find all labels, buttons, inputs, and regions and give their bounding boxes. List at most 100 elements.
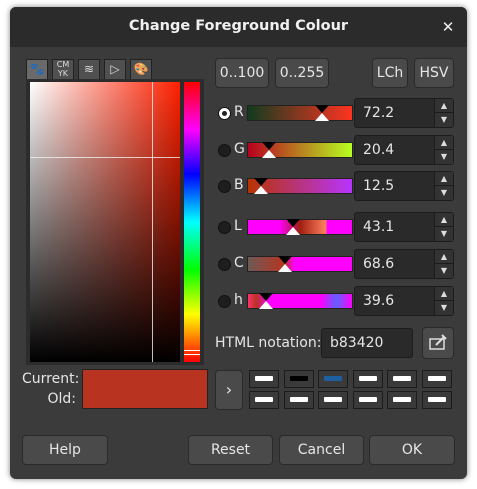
- increment-icon[interactable]: ▲: [434, 250, 453, 264]
- channel-r-spin[interactable]: 72.2 ▲ ▼: [354, 98, 454, 128]
- change-foreground-colour-dialog: Change Foreground Colour ✕ 🐾 CM YK ≋ ▷ 🎨 …: [10, 7, 467, 479]
- channel-h-spin[interactable]: 39.6 ▲ ▼: [354, 286, 454, 316]
- increment-icon[interactable]: ▲: [434, 99, 453, 113]
- history-swatch[interactable]: [352, 391, 383, 409]
- current-color-swatch: [83, 370, 207, 389]
- history-swatch[interactable]: [421, 370, 452, 388]
- help-button[interactable]: Help: [22, 435, 108, 465]
- channel-g-radio[interactable]: [218, 144, 231, 157]
- channel-b-label: B: [234, 177, 244, 193]
- history-swatch[interactable]: [352, 370, 383, 388]
- watercolor-icon[interactable]: ≋: [78, 59, 100, 79]
- title-bar: Change Foreground Colour ✕: [10, 7, 467, 47]
- history-swatch[interactable]: [387, 370, 417, 388]
- palette-icon[interactable]: 🎨: [130, 59, 152, 79]
- history-swatch[interactable]: [318, 370, 348, 388]
- ok-button[interactable]: OK: [369, 435, 455, 465]
- eyedropper-icon: [429, 334, 447, 350]
- range-0-255-button[interactable]: 0..255: [275, 58, 329, 88]
- decrement-icon[interactable]: ▼: [434, 149, 453, 164]
- history-swatch-color: [255, 397, 273, 402]
- channel-b-value: 12.5: [363, 178, 395, 194]
- channel-l-value: 43.1: [363, 219, 395, 235]
- saturation-value-area[interactable]: [30, 82, 180, 362]
- decrement-icon[interactable]: ▼: [434, 185, 453, 200]
- channel-h-radio[interactable]: [218, 295, 231, 308]
- range-0-100-button[interactable]: 0..100: [215, 58, 269, 88]
- color-selector: [26, 79, 204, 365]
- history-swatch-color: [358, 376, 377, 381]
- history-swatch[interactable]: [249, 391, 279, 409]
- history-swatch[interactable]: [318, 391, 348, 409]
- channel-r-label: R: [234, 104, 244, 120]
- channel-c-label: C: [234, 255, 244, 271]
- history-swatch-color: [358, 397, 377, 402]
- history-swatch-color: [393, 397, 411, 402]
- channel-g-value: 20.4: [363, 142, 395, 158]
- channel-g-spin[interactable]: 20.4 ▲ ▼: [354, 135, 454, 165]
- old-color-swatch[interactable]: [83, 389, 207, 408]
- hsv-button[interactable]: HSV: [414, 58, 454, 88]
- wilber-icon[interactable]: 🐾: [26, 59, 48, 79]
- history-swatch-color: [427, 397, 446, 402]
- chevron-right-icon: ›: [225, 380, 233, 399]
- channel-r-radio[interactable]: [218, 107, 231, 120]
- decrement-icon[interactable]: ▼: [434, 263, 453, 278]
- color-preview: [82, 369, 208, 409]
- color-picker-button[interactable]: [422, 327, 454, 359]
- old-label: Old:: [47, 391, 76, 407]
- reset-button[interactable]: Reset: [188, 435, 273, 465]
- html-notation-label: HTML notation:: [215, 335, 322, 351]
- crosshair-vertical: [152, 82, 153, 362]
- history-swatch-color: [289, 376, 308, 381]
- channel-c-value: 68.6: [363, 256, 395, 272]
- channel-h-value: 39.6: [363, 293, 395, 309]
- increment-icon[interactable]: ▲: [434, 287, 453, 301]
- history-swatch-color: [324, 397, 342, 402]
- history-swatch[interactable]: [283, 391, 314, 409]
- crosshair-horizontal: [30, 157, 180, 158]
- increment-icon[interactable]: ▲: [434, 172, 453, 186]
- decrement-icon[interactable]: ▼: [434, 112, 453, 127]
- hue-marker: [184, 350, 200, 355]
- history-swatch[interactable]: [421, 391, 452, 409]
- channel-l-spin[interactable]: 43.1 ▲ ▼: [354, 212, 454, 242]
- hue-strip[interactable]: [184, 82, 200, 362]
- channel-l-label: L: [234, 218, 242, 234]
- channel-b-slider[interactable]: [247, 178, 353, 194]
- increment-icon[interactable]: ▲: [434, 136, 453, 150]
- cmyk-icon[interactable]: CM YK: [52, 59, 74, 79]
- channel-r-slider[interactable]: [247, 105, 353, 121]
- decrement-icon[interactable]: ▼: [434, 300, 453, 315]
- history-swatch-color: [427, 376, 446, 381]
- history-swatch-color: [393, 376, 411, 381]
- channel-g-slider[interactable]: [247, 142, 353, 158]
- html-notation-value: b83420: [330, 335, 384, 351]
- increment-icon[interactable]: ▲: [434, 213, 453, 227]
- decrement-icon[interactable]: ▼: [434, 226, 453, 241]
- cancel-button[interactable]: Cancel: [279, 435, 364, 465]
- lch-button[interactable]: LCh: [372, 58, 408, 88]
- close-icon[interactable]: ✕: [437, 16, 459, 38]
- history-swatch[interactable]: [283, 370, 314, 388]
- history-swatch[interactable]: [249, 370, 279, 388]
- history-swatch-color: [255, 376, 273, 381]
- channel-l-radio[interactable]: [218, 221, 231, 234]
- current-label: Current:: [22, 371, 80, 387]
- channel-c-spin[interactable]: 68.6 ▲ ▼: [354, 249, 454, 279]
- channel-b-spin[interactable]: 12.5 ▲ ▼: [354, 171, 454, 201]
- html-notation-input[interactable]: b83420: [321, 328, 413, 358]
- selector-tabs: 🐾 CM YK ≋ ▷ 🎨: [26, 59, 158, 79]
- channel-l-slider[interactable]: [247, 219, 353, 235]
- channel-h-label: h: [234, 292, 243, 308]
- triangle-icon[interactable]: ▷: [104, 59, 126, 79]
- history-swatch-color: [289, 397, 308, 402]
- history-swatch[interactable]: [387, 391, 417, 409]
- channel-h-slider[interactable]: [247, 293, 353, 309]
- channel-c-slider[interactable]: [247, 256, 353, 272]
- add-to-history-button[interactable]: ›: [215, 370, 243, 410]
- channel-b-radio[interactable]: [218, 180, 231, 193]
- history-swatch-color: [324, 376, 342, 381]
- channel-r-value: 72.2: [363, 105, 395, 121]
- channel-c-radio[interactable]: [218, 258, 231, 271]
